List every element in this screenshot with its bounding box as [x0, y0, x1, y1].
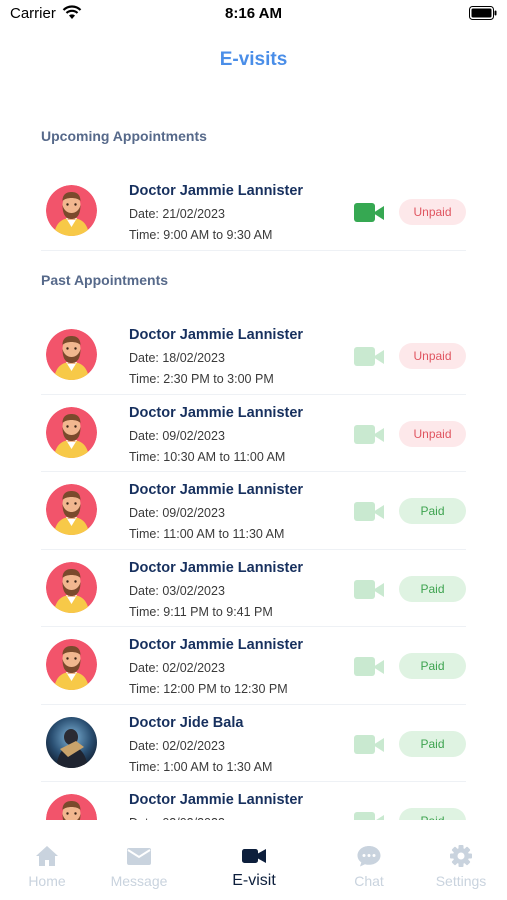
payment-status-badge: Unpaid — [399, 199, 466, 225]
appointment-date: Date: 02/02/2023 — [129, 661, 225, 675]
appointment-date: Date: 18/02/2023 — [129, 351, 225, 365]
appointment-row[interactable]: Doctor Jammie Lannister Date: 09/02/2023 T… — [41, 395, 466, 472]
appointment-time: Time: 1:00 AM to 1:30 AM — [129, 759, 273, 774]
appointment-row[interactable]: Doctor Jide Bala Date: 02/02/2023 Time: 1:… — [41, 705, 466, 782]
video-call-icon — [354, 656, 386, 677]
appointment-row[interactable]: Doctor Jammie Lannister Date: 21/02/2023 T… — [41, 173, 466, 251]
upcoming-appointments-list: Doctor Jammie Lannister Date: 21/02/2023 T… — [0, 173, 507, 251]
past-section-title: Past Appointments — [41, 272, 169, 288]
appointment-date: Date: 09/02/2023 — [129, 428, 225, 443]
upcoming-section-title: Upcoming Appointments — [41, 128, 207, 144]
appointment-date: Date: 02/02/2023 — [129, 738, 225, 753]
video-call-icon — [354, 424, 386, 445]
doctor-avatar — [46, 185, 97, 236]
doctor-name: Doctor Jammie Lannister — [129, 559, 304, 576]
status-time: 8:16 AM — [225, 5, 282, 22]
appointment-time: Time: 10:30 AM to 11:00 AM — [129, 449, 286, 464]
doctor-avatar — [46, 484, 97, 535]
doctor-avatar — [46, 406, 97, 458]
bottom-tab-bar: Home Message E-visit Chat Settings — [0, 830, 507, 900]
appointment-date: Date: 09/02/2023 — [129, 506, 225, 520]
appointment-date: Date: 02/02/2023 — [129, 816, 225, 820]
doctor-avatar — [46, 716, 97, 768]
payment-status-badge: Unpaid — [399, 343, 466, 369]
video-call-icon — [354, 811, 386, 820]
payment-status-badge: Paid — [399, 653, 466, 679]
gear-icon — [450, 845, 472, 867]
doctor-name: Doctor Jide Bala — [129, 714, 244, 731]
doctor-name: Doctor Jammie Lannister — [129, 792, 304, 808]
payment-status-badge: Paid — [399, 730, 466, 757]
tab-label-message: Message — [110, 873, 168, 889]
appointment-row[interactable]: Doctor Jammie Lannister Date: 09/02/2023 T… — [41, 472, 466, 550]
appointment-row[interactable]: Doctor Jammie Lannister Date: 02/02/2023 T… — [41, 627, 466, 705]
tab-label-e-visit: E-visit — [232, 872, 276, 889]
doctor-name: Doctor Jammie Lannister — [129, 327, 304, 343]
page-title: E-visits — [219, 49, 288, 70]
chat-bubble-icon — [357, 846, 381, 867]
doctor-avatar — [46, 794, 97, 820]
battery-icon — [469, 6, 497, 20]
appointment-time: Time: 12:00 PM to 12:30 PM — [129, 682, 288, 696]
appointment-row[interactable]: Doctor Jammie Lannister Date: 18/02/2023 T… — [41, 317, 466, 395]
home-icon — [36, 846, 58, 866]
appointment-row[interactable]: Doctor Jammie Lannister Date: 02/02/2023 P… — [41, 782, 466, 820]
payment-status-badge: Unpaid — [399, 420, 466, 447]
video-call-icon — [354, 579, 386, 600]
tab-label-home: Home — [28, 873, 66, 889]
doctor-avatar — [46, 329, 97, 380]
tab-label-chat: Chat — [354, 873, 384, 889]
tab-label-settings: Settings — [435, 873, 487, 889]
doctor-name: Doctor Jammie Lannister — [129, 183, 304, 199]
video-call-icon — [354, 501, 386, 522]
tab-e-visit[interactable]: E-visit — [204, 844, 304, 890]
video-call-icon — [354, 346, 386, 367]
payment-status-badge: Paid — [399, 498, 466, 524]
doctor-name: Doctor Jammie Lannister — [129, 482, 304, 498]
payment-status-badge: Paid — [399, 575, 466, 602]
appointment-time: Time: 2:30 PM to 3:00 PM — [129, 372, 274, 386]
appointment-time: Time: 9:11 PM to 9:41 PM — [129, 604, 273, 619]
appointment-time: Time: 9:00 AM to 9:30 AM — [129, 228, 273, 242]
doctor-name: Doctor Jammie Lannister — [129, 404, 304, 421]
status-bar: Carrier 8:16 AM — [0, 0, 507, 30]
appointment-date: Date: 03/02/2023 — [129, 583, 225, 598]
video-call-icon — [354, 734, 386, 755]
video-camera-icon — [242, 849, 266, 863]
appointment-row[interactable]: Doctor Jammie Lannister Date: 03/02/2023 T… — [41, 550, 466, 627]
doctor-name: Doctor Jammie Lannister — [129, 637, 304, 653]
envelope-icon — [127, 848, 151, 865]
tab-message[interactable]: Message — [89, 844, 189, 889]
tab-home[interactable]: Home — [0, 844, 97, 889]
tab-settings[interactable]: Settings — [411, 844, 507, 889]
payment-status-badge: Paid — [399, 808, 466, 820]
appointment-time: Time: 11:00 AM to 11:30 AM — [129, 527, 285, 541]
past-appointments-list: Doctor Jammie Lannister Date: 18/02/2023 T… — [0, 317, 507, 820]
tab-chat[interactable]: Chat — [319, 844, 419, 889]
doctor-avatar — [46, 561, 97, 613]
video-call-icon[interactable] — [354, 202, 386, 223]
doctor-avatar — [46, 639, 97, 690]
appointment-date: Date: 21/02/2023 — [129, 207, 225, 221]
